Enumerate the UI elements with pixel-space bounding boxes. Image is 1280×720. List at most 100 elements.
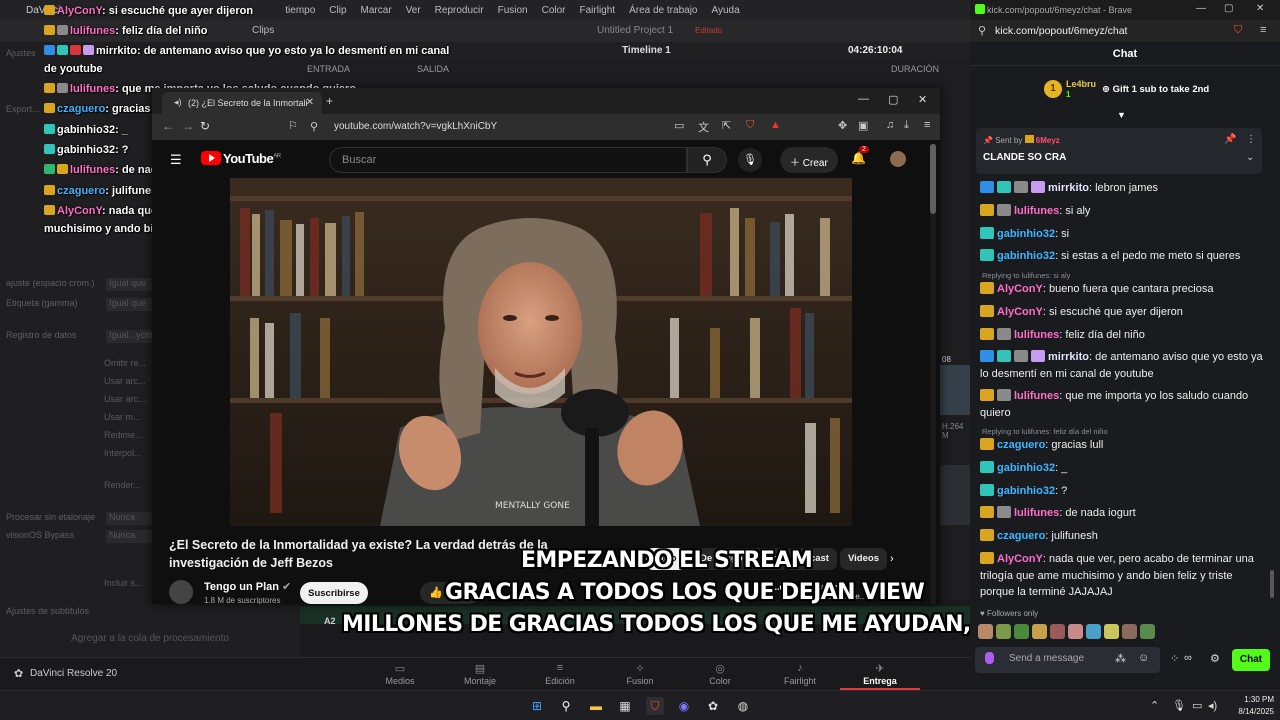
clip-thumbnail[interactable] <box>940 465 970 525</box>
chevron-right-icon[interactable]: › <box>890 553 894 565</box>
cast-icon[interactable]: ▭ <box>674 119 684 132</box>
subtitles-settings[interactable]: Ajustes de subtítulos <box>6 606 89 616</box>
emote[interactable] <box>1068 624 1083 639</box>
media-icon[interactable]: ♫ <box>886 119 894 131</box>
check-option[interactable]: Render... <box>104 480 141 490</box>
menu-icon[interactable]: ≡ <box>1260 24 1266 36</box>
page-scrollbar[interactable] <box>930 144 936 604</box>
chat-message-list[interactable]: mirrkito: lebron james lulifunes: si aly… <box>970 180 1280 598</box>
menu-clip[interactable]: Clip <box>322 5 353 16</box>
menu-icon[interactable]: ≡ <box>924 119 930 131</box>
emoji-icon[interactable]: ☺ <box>1138 652 1149 664</box>
clips-button[interactable]: Clips <box>252 25 274 36</box>
forward-icon[interactable]: → <box>182 119 194 133</box>
pin-icon[interactable]: 📌 <box>1224 134 1236 145</box>
hamburger-menu-icon[interactable]: ☰ <box>170 152 182 168</box>
check-option[interactable]: Omitir re... <box>104 358 146 368</box>
add-to-render-queue-button[interactable]: Agregar a la cola de procesamiento <box>0 628 300 650</box>
channel-avatar[interactable] <box>169 580 193 604</box>
emote[interactable] <box>1122 624 1137 639</box>
menu-fairlight[interactable]: Fairlight <box>573 5 623 16</box>
browser-tab-youtube[interactable]: ◂) (2) ¿El Secreto de la Inmortali ✕ <box>162 92 322 114</box>
emote[interactable] <box>1014 624 1029 639</box>
page-tab-color[interactable]: ◎ Color <box>680 660 760 690</box>
link-icon[interactable]: ∞ <box>1184 652 1192 664</box>
downloads-icon[interactable]: ⤓ <box>904 119 909 132</box>
close-window-icon[interactable]: ✕ <box>1256 3 1264 14</box>
emote[interactable] <box>1032 624 1047 639</box>
menu-fusion[interactable]: Fusion <box>491 5 535 16</box>
scrollbar-thumb[interactable] <box>930 144 936 214</box>
volume-icon[interactable]: ◂) <box>1208 699 1217 712</box>
chat-scrollbar[interactable] <box>1270 180 1275 598</box>
page-tab-fusion[interactable]: ✧ Fusion <box>600 660 680 690</box>
sidebar-icon[interactable]: ▣ <box>858 119 868 132</box>
emote[interactable] <box>1140 624 1155 639</box>
channel-name[interactable]: Tengo un Plan ✔ <box>204 580 291 593</box>
settings-icon[interactable]: ⁘ <box>1170 652 1179 665</box>
file-explorer-icon[interactable]: ▬ <box>587 697 605 715</box>
brave-rewards-icon[interactable]: ▲ <box>770 119 781 131</box>
start-menu-icon[interactable]: ⊞ <box>528 697 546 715</box>
brave-shield-icon[interactable]: ⛉ <box>1234 24 1242 37</box>
check-option[interactable]: Interpol... <box>104 448 142 458</box>
timeline-selector[interactable]: Timeline 1 <box>622 45 671 56</box>
check-option[interactable]: Usar arc... <box>104 394 146 404</box>
close-window-icon[interactable]: ✕ <box>918 93 927 106</box>
page-tab-edicion[interactable]: ≡ Edición <box>520 660 600 690</box>
share-icon[interactable]: ⇱ <box>722 119 731 132</box>
brave-shield-icon[interactable]: ⛉ <box>746 119 754 132</box>
notifications-bell-icon[interactable]: 🔔 2 <box>851 146 869 165</box>
check-option[interactable]: Usar m... <box>104 412 141 422</box>
check-option[interactable]: Usar arc... <box>104 376 146 386</box>
emote[interactable] <box>1086 624 1101 639</box>
site-info-icon[interactable]: ⚲ <box>978 24 986 37</box>
search-icon[interactable]: ⚲ <box>687 147 727 173</box>
menu-area-de-trabajo[interactable]: Área de trabajo <box>622 5 704 16</box>
discord-icon[interactable]: ◉ <box>675 697 693 715</box>
close-tab-icon[interactable]: ✕ <box>306 97 314 108</box>
system-clock[interactable]: 1:30 PM 8/14/2025 <box>1222 694 1274 718</box>
maximize-icon[interactable]: ▢ <box>888 93 898 106</box>
menu-reproducir[interactable]: Reproducir <box>428 5 491 16</box>
emote[interactable] <box>996 624 1011 639</box>
pinned-message[interactable]: 📌 Sent by 6Meyz CLANDE SO CRA 📌 ⋮ ⌄ <box>976 128 1262 174</box>
reload-icon[interactable]: ↻ <box>200 119 210 133</box>
page-tab-montaje[interactable]: ▤ Montaje <box>440 660 520 690</box>
send-chat-button[interactable]: Chat <box>1232 649 1270 671</box>
video-player[interactable]: MENTALLY GONE <box>230 178 852 526</box>
clip-thumbnail[interactable] <box>940 365 970 415</box>
expand-icon[interactable]: ▼ <box>1117 110 1126 120</box>
emote[interactable] <box>1104 624 1119 639</box>
chip-videos[interactable]: Videos <box>840 548 887 570</box>
menu-ver[interactable]: Ver <box>399 5 428 16</box>
emote[interactable] <box>1050 624 1065 639</box>
gear-icon[interactable]: ⚙ <box>1210 652 1220 665</box>
scrollbar-thumb[interactable] <box>1270 570 1274 598</box>
network-icon[interactable]: ▭ <box>1192 699 1202 712</box>
menu-tiempo[interactable]: tiempo <box>278 5 322 16</box>
gift-leaderboard[interactable]: 1 Le4bru 1 ⊕ Gift 1 sub to take 2nd ▼ <box>970 72 1280 120</box>
page-tab-entrega[interactable]: ✈ Entrega <box>840 660 920 690</box>
youtube-logo[interactable]: YouTubeAR <box>201 151 281 167</box>
mic-icon[interactable]: 🎙 <box>1172 699 1186 712</box>
kick-address-bar[interactable]: ⚲ kick.com/popout/6meyz/chat ⛉ ≡ <box>970 20 1280 42</box>
maximize-icon[interactable]: ▢ <box>1224 3 1233 14</box>
new-tab-icon[interactable]: + <box>326 94 333 108</box>
menu-ayuda[interactable]: Ayuda <box>704 5 746 16</box>
obs-studio-icon[interactable]: ◍ <box>734 697 752 715</box>
search-icon[interactable]: ⚲ <box>557 697 575 715</box>
back-icon[interactable]: ← <box>162 119 174 133</box>
minimize-icon[interactable]: — <box>1196 3 1206 14</box>
page-tab-medios[interactable]: ▭ Medios <box>360 660 440 690</box>
youtube-search-input[interactable]: Buscar <box>329 147 687 173</box>
account-avatar[interactable] <box>890 151 906 167</box>
create-button[interactable]: ＋ Crear <box>780 147 838 173</box>
translate-icon[interactable]: 文 <box>698 119 709 135</box>
site-info-icon[interactable]: ⚲ <box>310 120 318 133</box>
url-field[interactable]: ⚲ youtube.com/watch?v=vgkLhXniCbY <box>302 118 732 136</box>
brave-browser-icon[interactable]: ⛉ <box>646 697 664 715</box>
chevron-down-icon[interactable]: ⌄ <box>1246 152 1254 163</box>
check-option[interactable]: Redime... <box>104 430 143 440</box>
minimize-icon[interactable]: — <box>858 93 869 105</box>
